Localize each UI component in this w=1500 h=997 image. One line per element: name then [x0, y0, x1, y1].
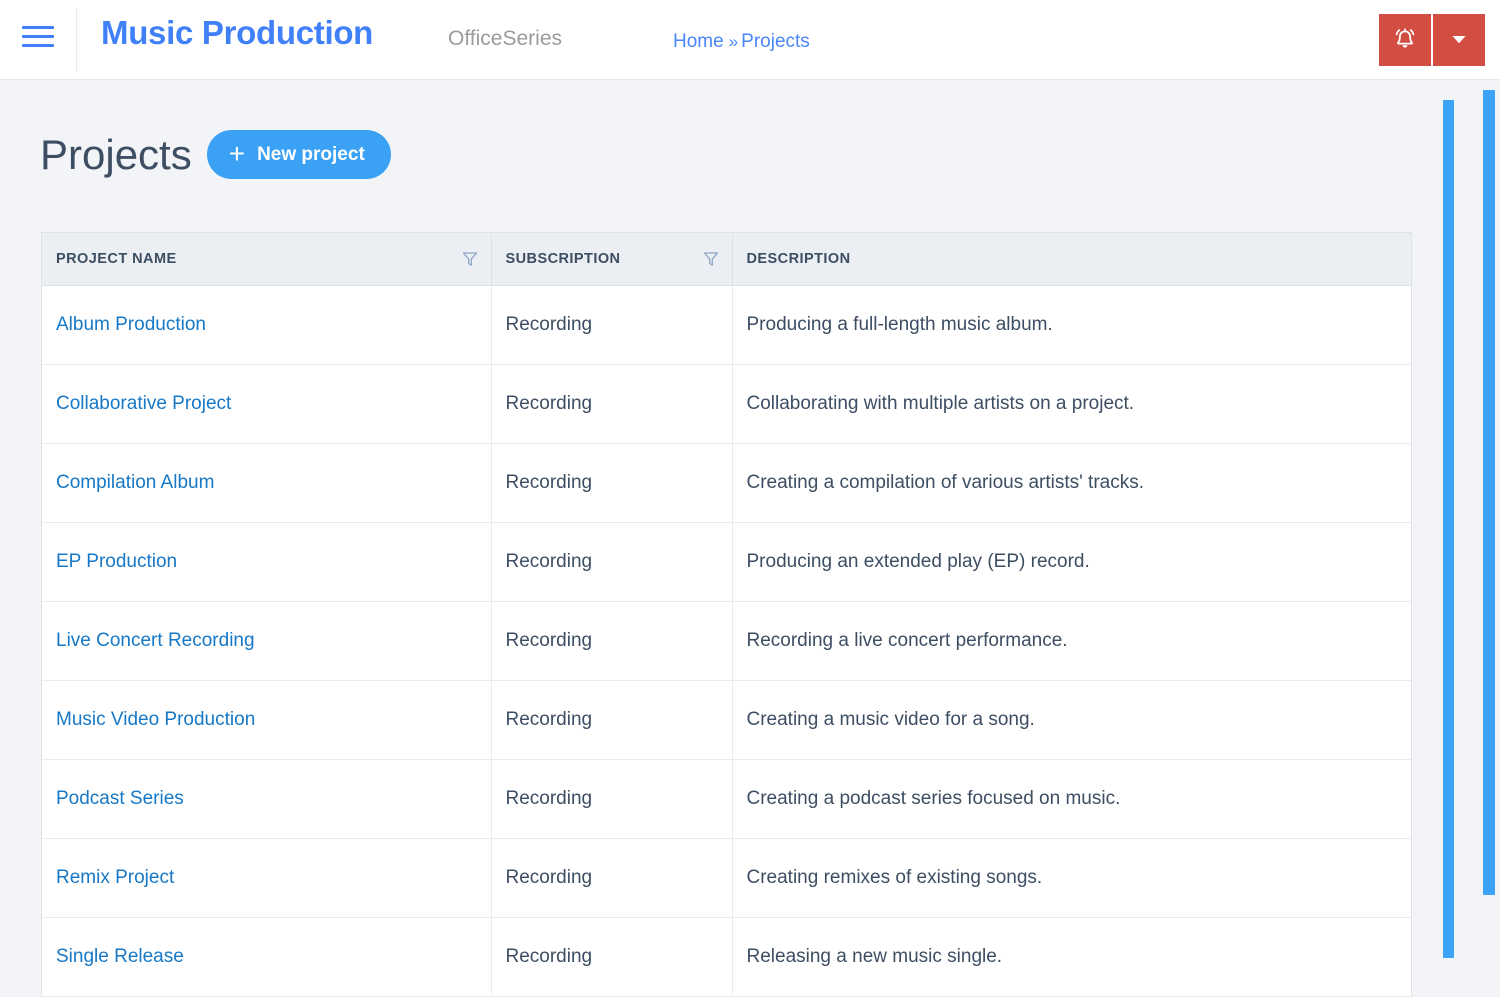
app-header: Music Production OfficeSeries Home» Proje… — [0, 0, 1500, 80]
alarm-notifications-button[interactable] — [1379, 14, 1431, 66]
table-row[interactable]: Music Video Production Recording Creatin… — [42, 680, 1411, 760]
column-header-label: SUBSCRIPTION — [505, 250, 621, 267]
hamburger-bar — [22, 44, 54, 47]
projects-grid: PROJECT NAME SUBSCRIPTION DESCRIPTION Al… — [41, 232, 1412, 997]
table-row[interactable]: Remix Project Recording Creating remixes… — [42, 838, 1411, 918]
project-link[interactable]: Album Production — [56, 314, 206, 335]
new-project-button[interactable]: + New project — [206, 130, 391, 179]
hamburger-bar — [22, 35, 54, 38]
cell-subscription: Recording — [491, 522, 733, 602]
new-project-button-label: New project — [257, 143, 365, 165]
filter-funnel-icon[interactable] — [461, 250, 479, 268]
chevron-down-icon — [1448, 28, 1470, 53]
project-link[interactable]: EP Production — [56, 551, 177, 572]
cell-description: Producing a full-length music album. — [732, 285, 1411, 365]
alarm-bell-icon — [1391, 25, 1419, 56]
cell-subscription: Recording — [491, 364, 733, 444]
brand-title: Music Production — [101, 14, 374, 51]
cell-subscription: Recording — [491, 443, 733, 523]
cell-description: Recording a live concert performance. — [732, 601, 1411, 681]
brand-subtitle: OfficeSeries — [448, 27, 562, 50]
grid-header-row: PROJECT NAME SUBSCRIPTION DESCRIPTION — [42, 233, 1411, 286]
breadcrumb-link-home[interactable]: Home — [673, 31, 724, 52]
project-link[interactable]: Music Video Production — [56, 709, 255, 730]
cell-project-name: Podcast Series — [42, 759, 492, 839]
page-title: Projects — [40, 130, 192, 178]
filter-funnel-icon[interactable] — [702, 250, 720, 268]
cell-description: Creating a podcast series focused on mus… — [732, 759, 1411, 839]
breadcrumb-link-projects[interactable]: Projects — [741, 31, 810, 52]
header-dropdown-button[interactable] — [1433, 14, 1485, 66]
breadcrumb-separator: » — [728, 32, 739, 51]
table-row[interactable]: Album Production Recording Producing a f… — [42, 285, 1411, 365]
cell-subscription: Recording — [491, 759, 733, 839]
table-row[interactable]: Podcast Series Recording Creating a podc… — [42, 759, 1411, 839]
cell-project-name: Remix Project — [42, 838, 492, 918]
column-header-label: PROJECT NAME — [56, 250, 177, 267]
cell-project-name: Collaborative Project — [42, 364, 492, 444]
cell-project-name: Compilation Album — [42, 443, 492, 523]
cell-subscription: Recording — [491, 838, 733, 918]
cell-description: Producing an extended play (EP) record. — [732, 522, 1411, 602]
table-row[interactable]: Compilation Album Recording Creating a c… — [42, 443, 1411, 523]
project-link[interactable]: Podcast Series — [56, 788, 184, 809]
project-link[interactable]: Single Release — [56, 946, 184, 967]
project-link[interactable]: Remix Project — [56, 867, 174, 888]
project-link[interactable]: Collaborative Project — [56, 393, 231, 414]
column-header-label: DESCRIPTION — [746, 250, 851, 267]
table-row[interactable]: Collaborative Project Recording Collabor… — [42, 364, 1411, 444]
cell-project-name: Music Video Production — [42, 680, 492, 760]
page-scrollbar-thumb[interactable] — [1483, 90, 1495, 895]
inner-content-scrollbar-thumb[interactable] — [1443, 100, 1454, 958]
cell-subscription: Recording — [491, 601, 733, 681]
grid-body: Album Production Recording Producing a f… — [42, 285, 1411, 997]
column-header-project-name[interactable]: PROJECT NAME — [42, 233, 492, 286]
cell-project-name: EP Production — [42, 522, 492, 602]
cell-project-name: Single Release — [42, 917, 492, 997]
cell-description: Creating a music video for a song. — [732, 680, 1411, 760]
cell-subscription: Recording — [491, 917, 733, 997]
column-header-subscription[interactable]: SUBSCRIPTION — [491, 233, 733, 286]
table-row[interactable]: Live Concert Recording Recording Recordi… — [42, 601, 1411, 681]
table-row[interactable]: Single Release Recording Releasing a new… — [42, 917, 1411, 997]
cell-description: Creating a compilation of various artist… — [732, 443, 1411, 523]
header-action-group — [1379, 14, 1485, 66]
cell-subscription: Recording — [491, 285, 733, 365]
cell-project-name: Live Concert Recording — [42, 601, 492, 681]
hamburger-bar — [22, 26, 54, 29]
hamburger-menu-icon[interactable] — [22, 26, 58, 54]
page-heading-row: Projects + New project — [40, 130, 391, 179]
breadcrumb: Home» Projects — [673, 31, 810, 53]
cell-subscription: Recording — [491, 680, 733, 760]
cell-description: Creating remixes of existing songs. — [732, 838, 1411, 918]
table-row[interactable]: EP Production Recording Producing an ext… — [42, 522, 1411, 602]
project-link[interactable]: Compilation Album — [56, 472, 214, 493]
cell-description: Releasing a new music single. — [732, 917, 1411, 997]
cell-project-name: Album Production — [42, 285, 492, 365]
project-link[interactable]: Live Concert Recording — [56, 630, 255, 651]
column-header-description[interactable]: DESCRIPTION — [732, 233, 1411, 286]
cell-description: Collaborating with multiple artists on a… — [732, 364, 1411, 444]
header-divider — [76, 8, 77, 72]
plus-icon: + — [228, 137, 246, 169]
